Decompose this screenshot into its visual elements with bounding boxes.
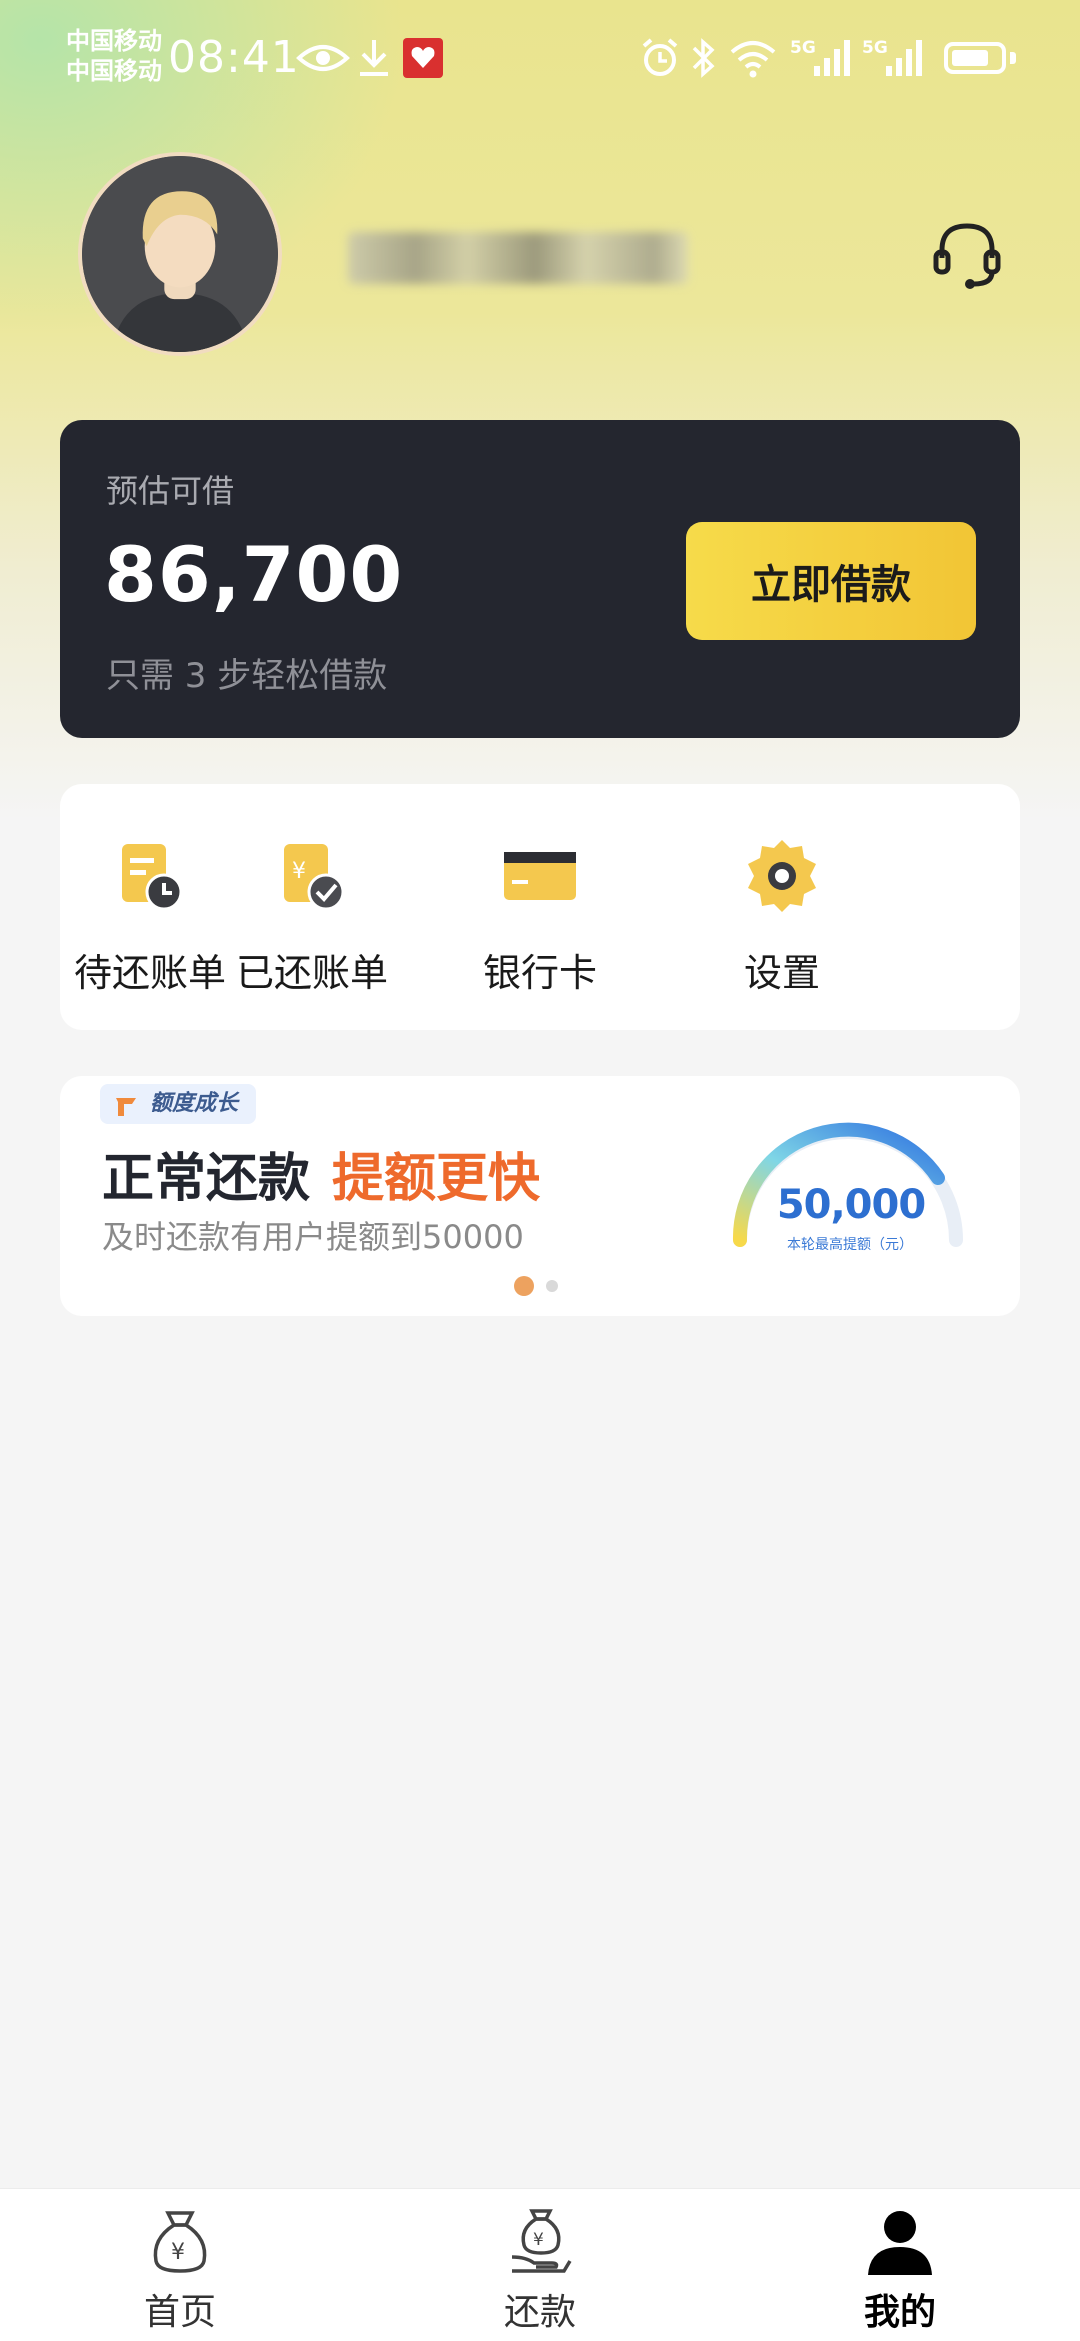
gauge-value: 50,000 [776, 1182, 926, 1228]
repay-hand-icon: ¥ [511, 2209, 572, 2273]
quick-action-label: 已还账单 [235, 951, 388, 995]
carousel-indicator [514, 1276, 558, 1296]
bluetooth-icon [692, 38, 715, 78]
eye-icon [296, 45, 350, 71]
loan-card: 预估可借 86,700 只需 3 步轻松借款 立即借款 [60, 420, 1020, 738]
quick-action-paid-bills[interactable]: ¥ 已还账单 [222, 834, 402, 997]
svg-text:¥: ¥ [171, 2240, 185, 2265]
signal-strength-icon [886, 40, 922, 76]
quick-action-label: 设置 [743, 951, 820, 995]
customer-service-icon[interactable] [930, 218, 1004, 292]
bottom-nav: ¥ 首页 ¥ 还款 我的 [0, 2188, 1080, 2341]
avatar[interactable] [78, 152, 282, 356]
borrow-now-button[interactable]: 立即借款 [686, 522, 976, 640]
nav-mine[interactable]: 我的 [810, 2205, 990, 2335]
money-bag-icon: ¥ [153, 2211, 207, 2273]
growth-tag-icon [116, 1098, 136, 1116]
nav-label: 我的 [863, 2292, 936, 2333]
quick-action-label: 待还账单 [73, 951, 226, 995]
svg-text:¥: ¥ [533, 2230, 544, 2250]
gauge-caption: 本轮最高提额（元） [787, 1237, 913, 1253]
loan-subtext: 只需 3 步轻松借款 [106, 656, 388, 696]
banner-title-main: 正常还款 [102, 1149, 311, 1209]
quick-action-label: 银行卡 [482, 951, 597, 995]
carrier-2: 中国移动 [66, 57, 162, 85]
signal-strength-icon [814, 40, 850, 76]
banner-title: 正常还款 提额更快 [102, 1136, 540, 1211]
loan-amount: 86,700 [104, 530, 404, 619]
status-bar: 中国移动 中国移动 08:41 5G 5G [0, 0, 1080, 120]
nav-repay[interactable]: ¥ 还款 [450, 2205, 630, 2335]
alarm-icon [642, 38, 678, 76]
banner-tag: 额度成长 [100, 1084, 257, 1124]
quick-action-settings[interactable]: 设置 [692, 834, 872, 997]
banner-title-highlight: 提额更快 [332, 1149, 541, 1209]
banner-subtitle: 及时还款有用户提额到50000 [102, 1218, 524, 1256]
username-redacted [348, 232, 688, 284]
battery-icon [944, 42, 1006, 74]
download-icon [360, 40, 388, 76]
quick-action-bank-card[interactable]: 银行卡 [450, 834, 630, 997]
loan-label: 预估可借 [106, 472, 235, 510]
app-notification-icon [403, 38, 443, 78]
svg-text:¥: ¥ [292, 859, 306, 884]
carrier-labels: 中国移动 中国移动 [66, 26, 162, 86]
quick-actions-panel: 待还账单 ¥ 已还账单 银行卡 设置 [60, 784, 1020, 1030]
nav-home[interactable]: ¥ 首页 [90, 2205, 270, 2335]
nav-label: 还款 [503, 2292, 576, 2333]
gear-icon [748, 840, 816, 912]
bank-card-icon [504, 852, 576, 900]
paid-bill-icon: ¥ [284, 844, 345, 911]
carrier-1: 中国移动 [66, 27, 162, 55]
promo-banner[interactable]: 额度成长 正常还款 提额更快 及时还款有用户提额到50000 50,000 本轮最… [60, 1076, 1020, 1316]
banner-tag-label: 额度成长 [150, 1091, 239, 1116]
avatar-person-icon [82, 156, 278, 352]
quick-action-pending-bills[interactable]: 待还账单 [60, 834, 240, 997]
pending-bill-icon [122, 844, 183, 911]
carousel-dot [546, 1280, 558, 1292]
nav-label: 首页 [143, 2292, 216, 2333]
carousel-dot-active [514, 1276, 534, 1296]
clock: 08:41 [168, 32, 300, 83]
wifi-icon [730, 41, 776, 78]
battery-tip [1010, 52, 1016, 64]
user-icon [868, 2211, 932, 2275]
